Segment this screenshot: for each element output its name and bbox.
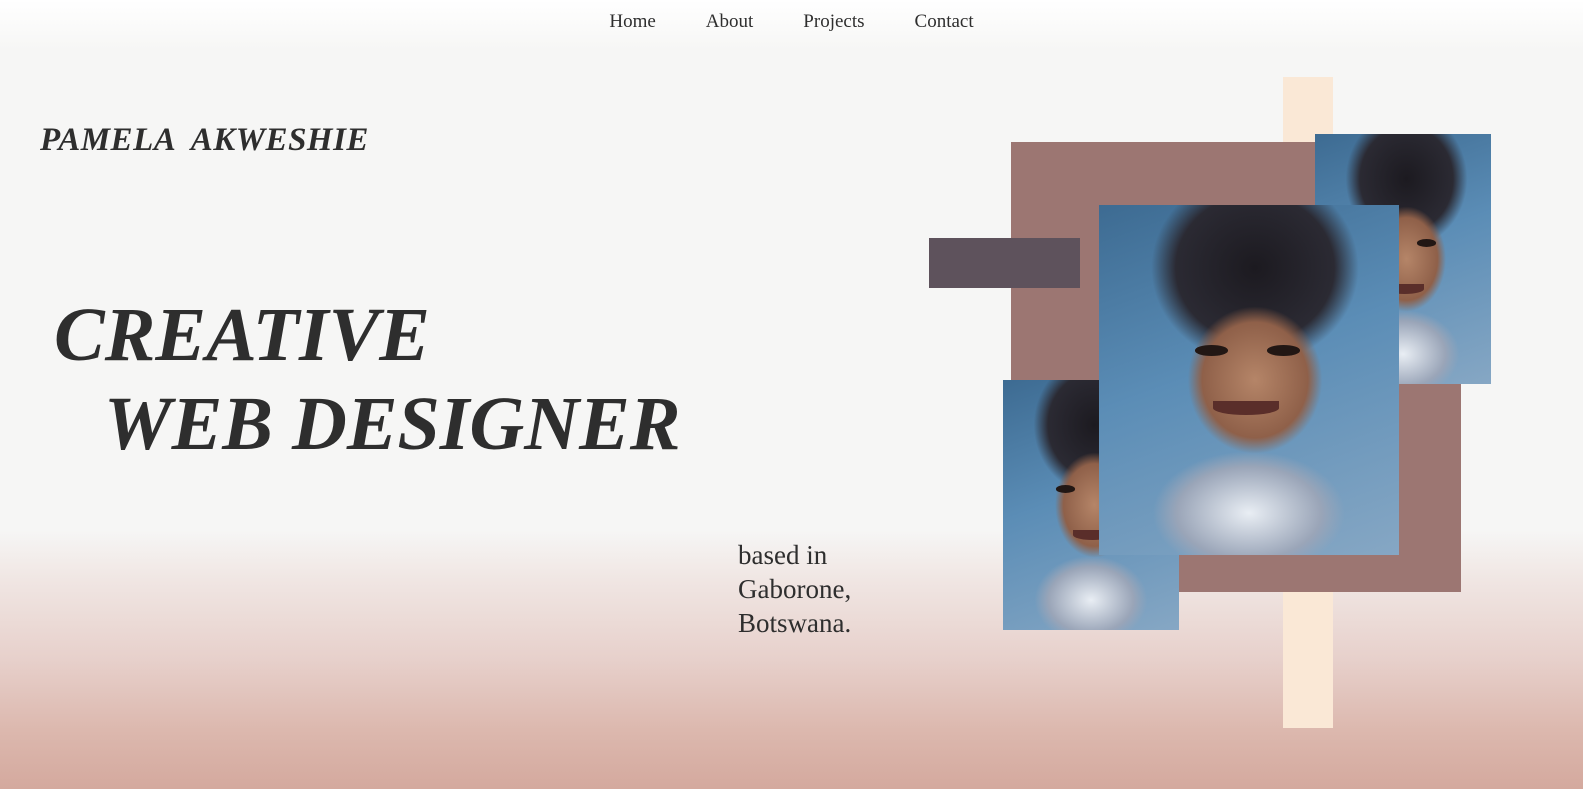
brand-name: PAMELA AKWESHIE [40,122,369,158]
nav-about-link[interactable]: About [706,0,754,44]
photo-eye [1195,345,1228,356]
portrait-photo-main [1099,205,1399,555]
nav-contact-link[interactable]: Contact [915,0,974,44]
nav-projects-link[interactable]: Projects [803,0,864,44]
photo-mouth [1213,401,1279,415]
main-nav: Home About Projects Contact [0,0,1583,44]
photo-eye [1267,345,1300,356]
photo-eye [1055,485,1076,493]
photo-eye [1417,239,1437,247]
dark-accent-block [929,238,1080,288]
location-line-1: based in [738,540,828,570]
nav-home-link[interactable]: Home [609,0,655,44]
location-line-2: Gaborone, [738,574,852,604]
location-line-3: Botswana. [738,608,852,638]
hero-title-line-2: WEB DESIGNER [104,382,681,466]
location-text: based in Gaborone, Botswana. [738,538,851,640]
hero-title-line-1: CREATIVE [54,293,430,377]
